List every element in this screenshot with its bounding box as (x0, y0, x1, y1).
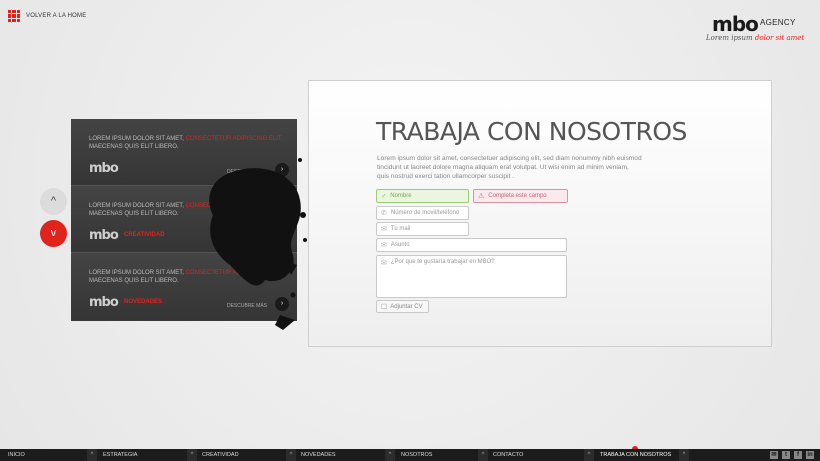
warning-icon: ⚠ (478, 193, 485, 200)
comment-icon: ✉ (381, 260, 387, 267)
slide-logo: mbo (89, 228, 119, 243)
footer-item-inicio[interactable]: INICIO (8, 449, 25, 461)
subject-placeholder: Asunto (390, 242, 410, 248)
email-placeholder: Tu mail (390, 226, 411, 232)
social-links: ✉ t f in (770, 451, 814, 459)
slide-text-highlight: CONSECTETUR ADIPISCING ELIT. (185, 203, 283, 209)
message-textarea[interactable]: ✉ ¿Por que te gustaría trabajar en MBO? (376, 255, 567, 298)
facebook-icon[interactable]: f (794, 451, 802, 459)
job-application-panel: TRABAJA CON NOSOTROS Lorem ipsum dolor s… (308, 80, 772, 347)
brand-tagline: Lorem ipsum dolor sit amet (706, 34, 804, 42)
slide-text-plain: LOREM IPSUM DOLOR SIT AMET, (89, 270, 186, 276)
footer-item-trabaja-con-nosotros[interactable]: TRABAJA CON NOSOTROS (600, 449, 671, 461)
chevron-up-icon[interactable]: ^ (679, 449, 689, 461)
home-link[interactable]: VOLVER A LA HOME (8, 10, 86, 22)
footer-item-novedades[interactable]: NOVEDADES (301, 449, 336, 461)
chevron-up-icon[interactable]: ^ (286, 449, 296, 461)
slide-text-rest: MAECENAS QUIS ELIT LIBERO. (89, 210, 179, 217)
mail-icon: ✉ (381, 226, 387, 233)
slide-2[interactable]: LOREM IPSUM DOLOR SIT AMET, CONSECTETUR … (71, 186, 297, 253)
slide-1[interactable]: LOREM IPSUM DOLOR SIT AMET, CONSECTETUR … (71, 119, 297, 186)
chevron-right-icon[interactable]: › (275, 297, 289, 311)
slide-more-link[interactable]: DESCUBRE MÁS (227, 169, 267, 175)
page-title: TRABAJA CON NOSOTROS (376, 117, 687, 146)
chevron-up-icon[interactable]: ^ (584, 449, 594, 461)
slide-text-plain: LOREM IPSUM DOLOR SIT AMET, (89, 136, 186, 142)
slide-text: LOREM IPSUM DOLOR SIT AMET, CONSECTETUR … (89, 203, 289, 218)
slide-text-highlight: CONSECTETUR ADIPISCING ELIT. (185, 270, 283, 276)
brand-mark: mbo (712, 12, 759, 36)
news-slider: LOREM IPSUM DOLOR SIT AMET, CONSECTETUR … (71, 119, 297, 321)
slide-more-link[interactable]: DESCUBRE MÁS (227, 303, 267, 309)
name-placeholder: Nombre (390, 193, 412, 199)
slide-category: CREATIVIDAD (124, 232, 165, 238)
slide-text-highlight: CONSECTETUR ADIPISCING ELIT. (185, 136, 283, 142)
chevron-up-icon: ^ (50, 195, 57, 207)
slide-text: LOREM IPSUM DOLOR SIT AMET, CONSECTETUR … (89, 136, 289, 151)
phone-field[interactable]: ✆ Número de movil/teléfono (376, 206, 469, 220)
slide-text: LOREM IPSUM DOLOR SIT AMET, CONSECTETUR … (89, 270, 289, 285)
footer-item-contacto[interactable]: CONTACTO (493, 449, 523, 461)
footer-item-nosotros[interactable]: NOSOTROS (401, 449, 432, 461)
twitter-icon[interactable]: t (782, 451, 790, 459)
subject-field[interactable]: ✉ Asunto (376, 238, 567, 252)
slide-up-button[interactable]: ^ (40, 188, 67, 215)
phone-placeholder: Número de movil/teléfono (390, 210, 460, 216)
footer-nav: INICIO ^ ESTRATEGIA ^ CREATIVIDAD ^ NOVE… (0, 446, 820, 461)
slide-logo: mbo (89, 161, 119, 176)
phone-icon: ✆ (381, 210, 387, 217)
slide-3[interactable]: LOREM IPSUM DOLOR SIT AMET, CONSECTETUR … (71, 253, 297, 320)
message-placeholder: ¿Por que te gustaría trabajar en MBO? (390, 259, 495, 265)
footer-item-creatividad[interactable]: CREATIVIDAD (202, 449, 239, 461)
mail-icon: ✉ (381, 242, 387, 249)
slide-category: NOVEDADES (124, 299, 163, 305)
grid-icon (8, 10, 20, 22)
mail-icon[interactable]: ✉ (770, 451, 778, 459)
chevron-down-icon: v (50, 227, 57, 239)
intro-text: Lorem ipsum dolor sit amet, consectetuer… (377, 155, 642, 180)
chevron-up-icon[interactable]: ^ (478, 449, 488, 461)
footer-item-estrategia[interactable]: ESTRATEGIA (103, 449, 137, 461)
chevron-right-icon[interactable]: › (275, 163, 289, 177)
brand-tagline-plain: Lorem ipsum (706, 34, 755, 42)
slide-text-rest: MAECENAS QUIS ELIT LIBERO. (89, 143, 179, 150)
slide-text-rest: MAECENAS QUIS ELIT LIBERO. (89, 277, 179, 284)
slide-text-plain: LOREM IPSUM DOLOR SIT AMET, (89, 203, 186, 209)
linkedin-icon[interactable]: in (806, 451, 814, 459)
brand-logo[interactable]: mbo AGENCY Lorem ipsum dolor sit amet (706, 12, 804, 46)
slide-down-button[interactable]: v (40, 220, 67, 247)
home-link-label: VOLVER A LA HOME (26, 13, 87, 19)
error-message: Completa este campo (488, 193, 547, 199)
user-icon: ♂ (381, 192, 387, 200)
attach-cv-button[interactable]: ☐ Adjuntar CV (376, 300, 429, 313)
brand-tagline-red: dolor sit amet (754, 34, 805, 42)
validation-error: ⚠ Completa este campo (473, 189, 568, 203)
slide-more-link[interactable]: DESCUBRE MÁS (227, 236, 267, 242)
slide-logo: mbo (89, 295, 119, 310)
chevron-up-icon[interactable]: ^ (187, 449, 197, 461)
email-field[interactable]: ✉ Tu mail (376, 222, 469, 236)
file-icon: ☐ (381, 303, 388, 311)
brand-agency: AGENCY (760, 18, 796, 27)
chevron-up-icon[interactable]: ^ (87, 449, 97, 461)
name-field[interactable]: ♂ Nombre (376, 189, 469, 203)
attach-cv-label: Adjuntar CV (390, 303, 423, 310)
chevron-up-icon[interactable]: ^ (385, 449, 395, 461)
